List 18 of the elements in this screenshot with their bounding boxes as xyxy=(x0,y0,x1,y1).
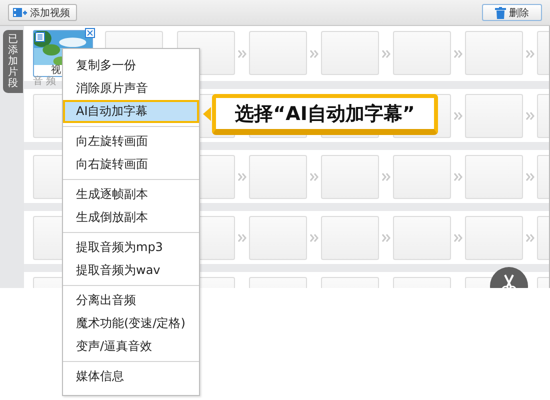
menu-item[interactable]: 魔术功能(变速/定格) xyxy=(63,312,199,335)
menu-item[interactable]: 分离出音频 xyxy=(63,289,199,312)
menu-item[interactable]: 向右旋转画面 xyxy=(63,153,199,176)
menu-item[interactable]: 向左旋转画面 xyxy=(63,130,199,153)
menu-item[interactable]: AI自动加字幕 xyxy=(63,100,199,123)
menu-item[interactable]: 生成逐帧副本 xyxy=(63,183,199,206)
menu-item[interactable]: 复制多一份 xyxy=(63,54,199,77)
menu-item[interactable]: 消除原片声音 xyxy=(63,77,199,100)
delete-button[interactable]: 删除 xyxy=(482,4,542,21)
menu-item[interactable]: 媒体信息 xyxy=(63,365,199,388)
add-video-button[interactable]: 添加视频 xyxy=(8,4,77,21)
menu-item[interactable]: 生成倒放副本 xyxy=(63,206,199,229)
side-tab[interactable]: 已添加片段 xyxy=(3,30,23,93)
menu-item[interactable]: 提取音频为wav xyxy=(63,259,199,282)
audio-label: 音 频 xyxy=(33,77,56,87)
menu-item[interactable]: 变声/逼真音效 xyxy=(63,335,199,358)
menu-item[interactable]: 提取音频为mp3 xyxy=(63,236,199,259)
callout-text: 选择“AI自动加字幕” xyxy=(235,102,415,126)
